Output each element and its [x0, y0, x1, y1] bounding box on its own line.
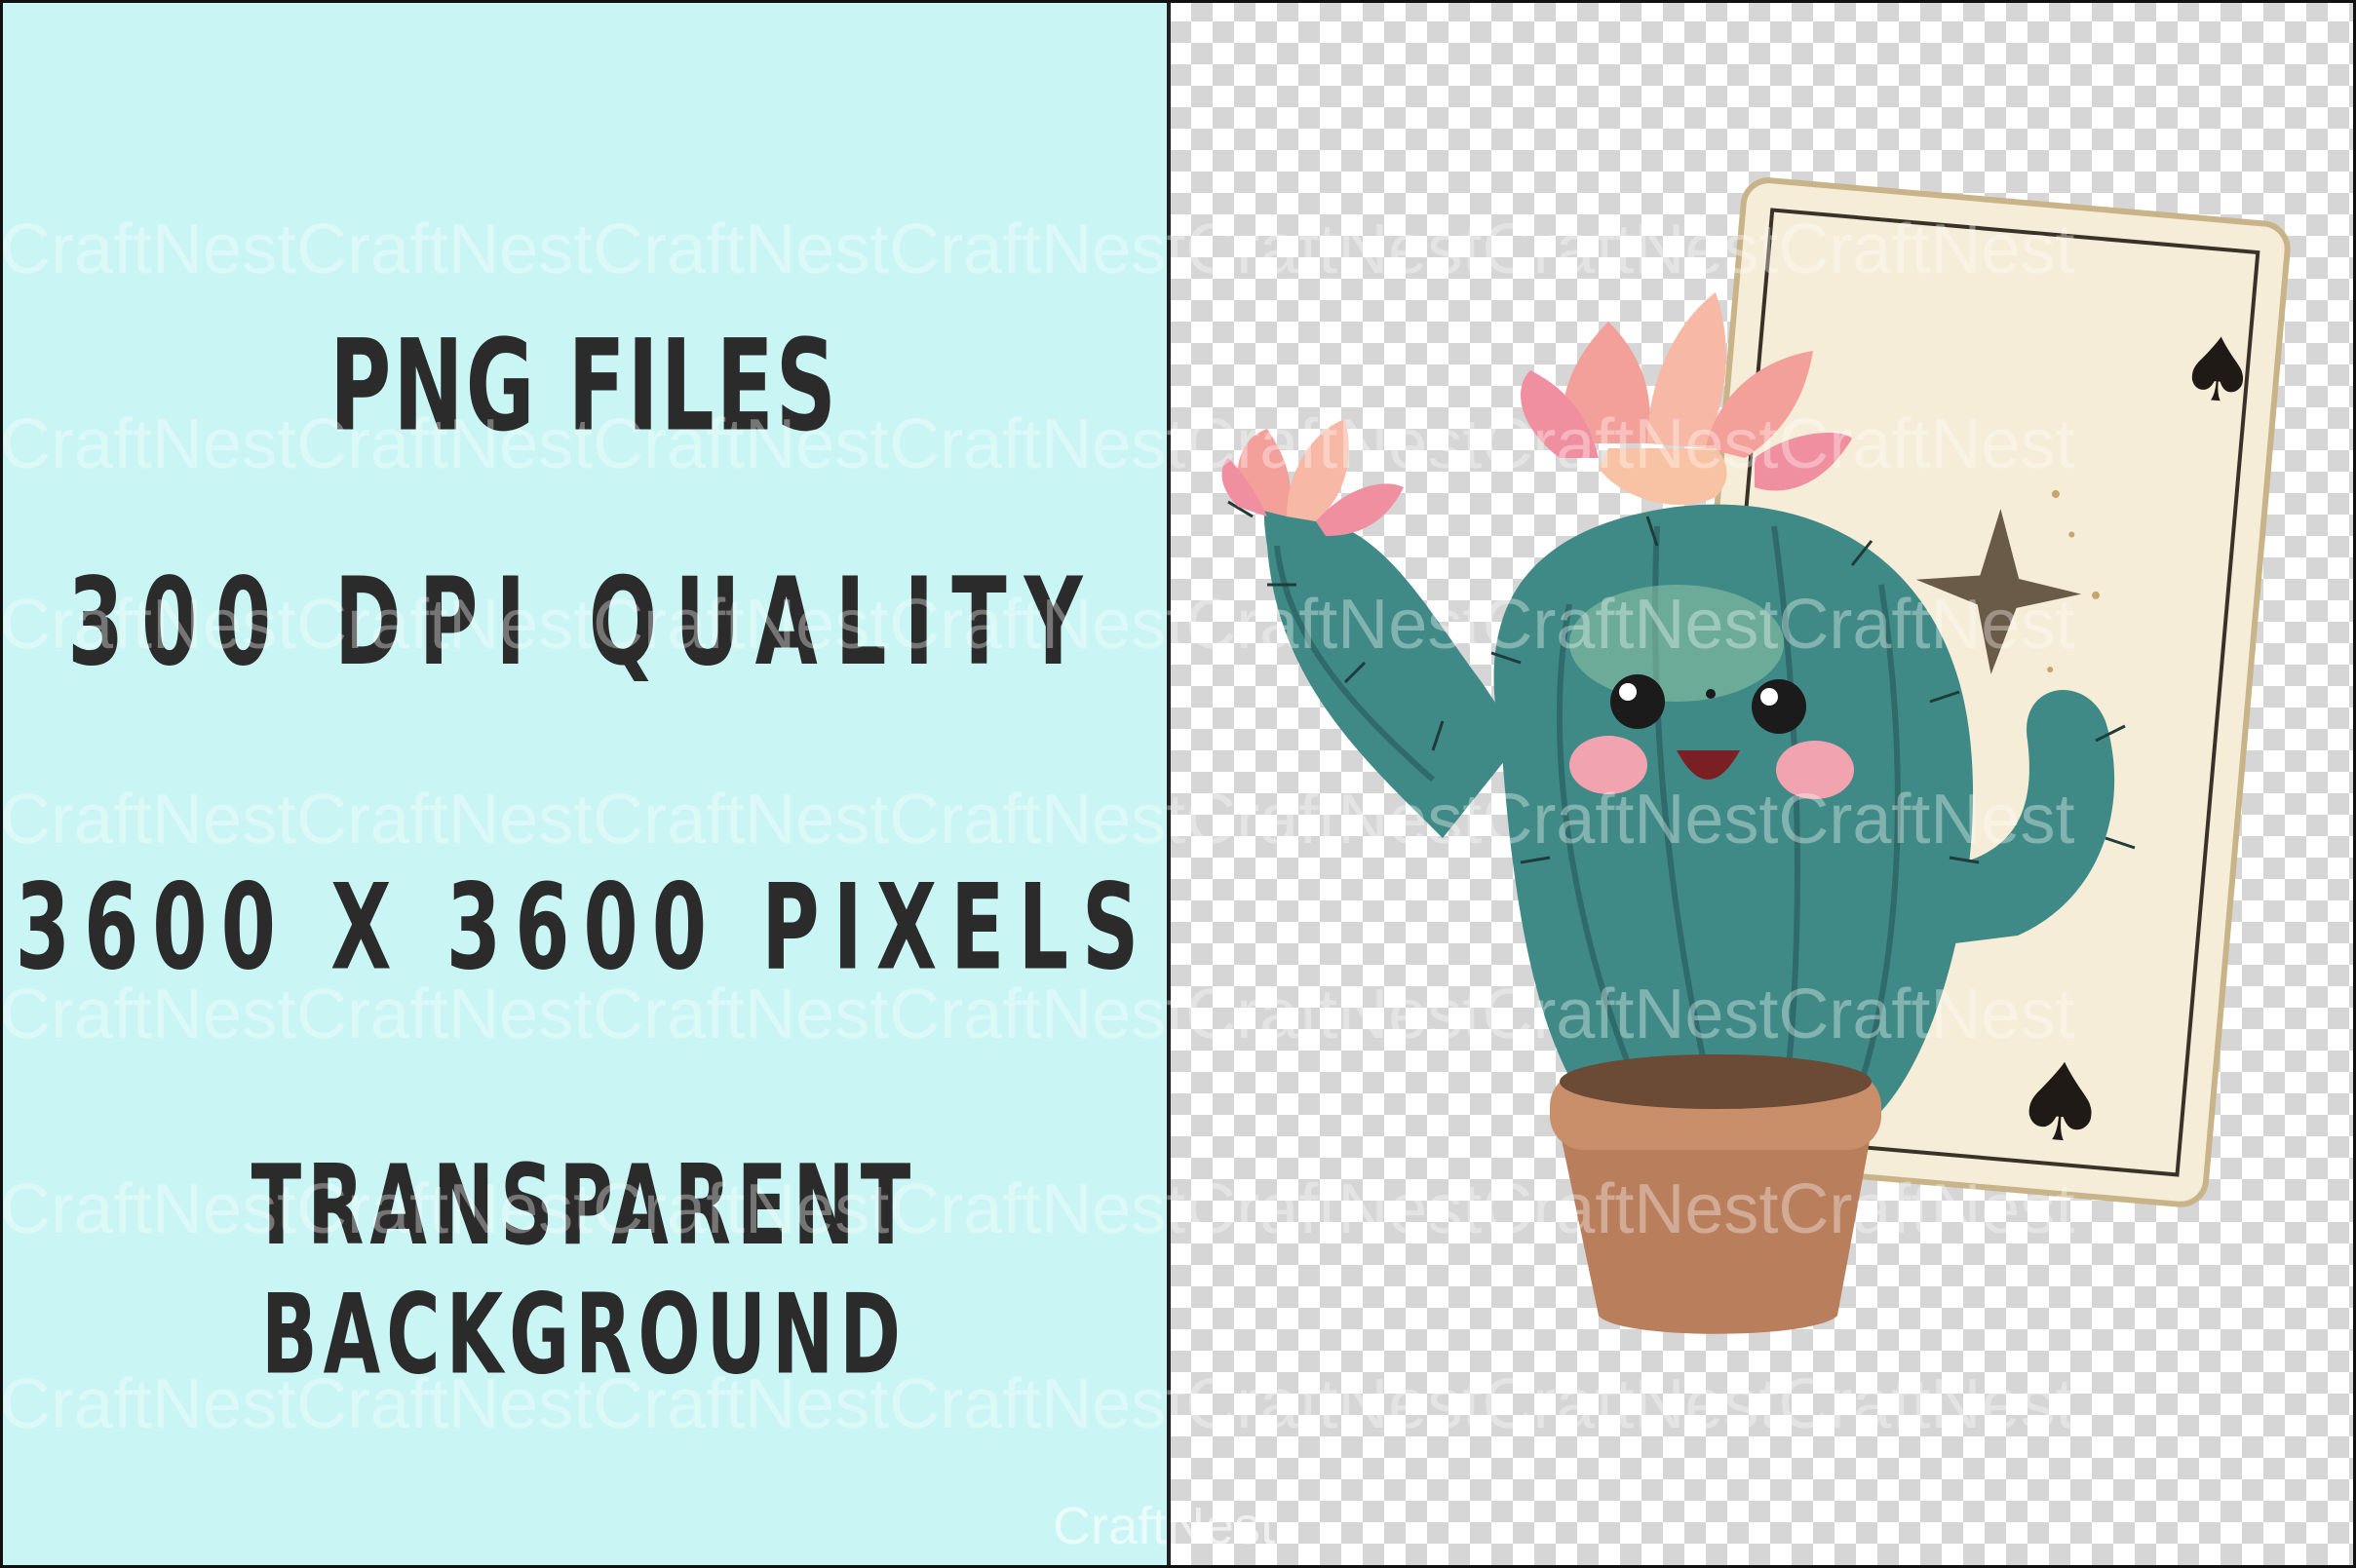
watermark-bottom: CraftNest	[1053, 1497, 1276, 1555]
cactus-right-eye	[1752, 679, 1806, 734]
spade-icon-bottom: ♠	[2008, 1037, 2114, 1169]
cactus-left-arm	[1263, 494, 1521, 838]
cactus-arm-flower	[1221, 419, 1404, 536]
flower-pot	[1550, 1054, 1881, 1334]
spade-icon: ♠	[2175, 317, 2262, 426]
cactus-left-eye	[1610, 674, 1665, 729]
cactus-body	[1493, 504, 1974, 1121]
cactus-card-illustration: ♠ ♠	[1221, 177, 2291, 1334]
